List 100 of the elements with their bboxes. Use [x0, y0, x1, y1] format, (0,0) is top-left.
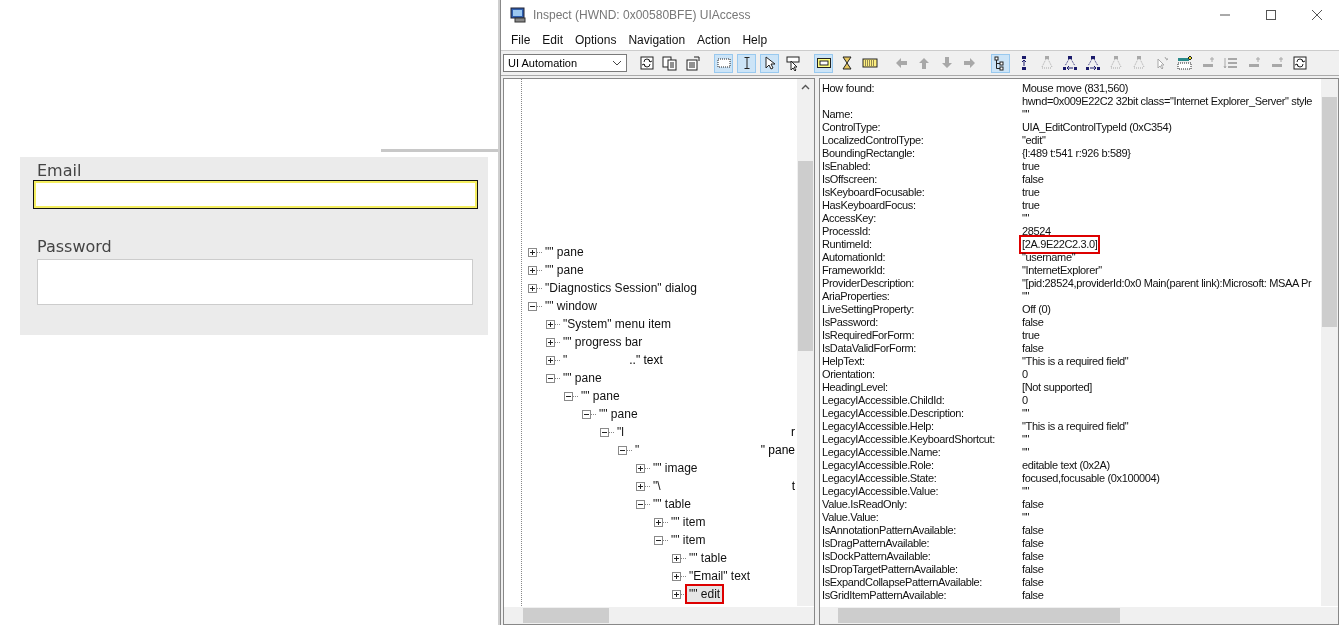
scrollbar[interactable]	[797, 79, 814, 606]
tree-item[interactable]: "	[561, 352, 570, 368]
tree-item[interactable]: "" window	[543, 298, 599, 314]
property-value: false	[1022, 550, 1044, 563]
tree-item[interactable]: "Diagnostics Session" dialog	[543, 280, 699, 296]
tree-item[interactable]: "" table	[687, 550, 729, 566]
expand-icon[interactable]	[636, 481, 645, 491]
property-value: 0	[1022, 394, 1028, 407]
property-value: false	[1022, 173, 1044, 186]
expand-icon[interactable]	[528, 283, 537, 293]
property-value: true	[1022, 186, 1040, 199]
property-name: Value.Value:	[822, 511, 880, 524]
collapse-icon[interactable]	[636, 499, 645, 509]
menu-item[interactable]: Navigation	[622, 33, 692, 47]
property-name: LiveSettingProperty:	[822, 303, 916, 316]
property-value: ""	[1022, 212, 1030, 225]
property-value: [Not supported]	[1022, 381, 1092, 394]
tree-item[interactable]: "Email" text	[687, 568, 753, 584]
property-value: false	[1022, 524, 1044, 537]
property-value: ""	[1022, 446, 1030, 459]
toolbar-button[interactable]	[637, 53, 656, 73]
tree-item[interactable]: "" item	[669, 532, 708, 548]
property-value: UIA_EditControlTypeId (0xC354)	[1022, 121, 1172, 134]
collapse-icon[interactable]	[528, 301, 537, 311]
property-value: "This is a required field"	[1022, 355, 1129, 368]
menu-item[interactable]: Help	[736, 33, 774, 47]
property-value: [2A.9E22C2.3.0]	[1022, 238, 1098, 251]
tree-item[interactable]: "" pane	[597, 406, 640, 422]
property-name: IsEnabled:	[822, 160, 872, 173]
expand-icon[interactable]	[672, 589, 681, 599]
collapse-icon[interactable]	[618, 445, 627, 455]
toolbar-button[interactable]	[660, 53, 679, 73]
menu-item[interactable]: File	[505, 33, 537, 47]
property-value: "[pid:28524,providerId:0x0 Main(parent link):Microsoft: MSAA Pr	[1022, 277, 1312, 290]
tree-item[interactable]: "" pane	[543, 244, 586, 260]
tree-item[interactable]: "l	[615, 424, 626, 440]
tree-item-text: " pane	[760, 443, 796, 457]
property-name: IsGridItemPatternAvailable:	[822, 589, 948, 602]
property-name: AriaProperties:	[822, 290, 891, 303]
toolbar-button[interactable]	[760, 53, 779, 73]
expand-icon[interactable]	[636, 463, 645, 473]
toolbar-button[interactable]	[783, 53, 802, 73]
property-value: true	[1022, 329, 1040, 342]
expand-icon[interactable]	[546, 319, 555, 329]
collapse-icon[interactable]	[546, 373, 555, 383]
tree-item-text: r	[791, 425, 796, 439]
tree-item[interactable]: "" pane	[579, 388, 622, 404]
menu-item[interactable]: Options	[569, 33, 623, 47]
expand-icon[interactable]	[546, 355, 555, 365]
document-icon	[684, 55, 701, 71]
scrollbar[interactable]	[1321, 79, 1338, 606]
chevron-up-icon[interactable]	[801, 84, 810, 90]
menu-item[interactable]: Action	[691, 33, 737, 47]
scrollbar[interactable]	[820, 607, 1338, 624]
toolbar-button[interactable]	[814, 53, 833, 73]
tree-item[interactable]: "" pane	[561, 370, 604, 386]
tree-item[interactable]: "" item	[669, 514, 708, 530]
expand-icon[interactable]	[672, 571, 681, 581]
node-icon	[1020, 55, 1027, 71]
marker-icon	[1176, 55, 1193, 71]
toolbar-button[interactable]	[991, 53, 1010, 73]
property-name: How found:	[822, 82, 876, 95]
expand-icon[interactable]	[528, 247, 537, 257]
tree-item[interactable]: "" image	[651, 460, 700, 476]
tree-item[interactable]: "" progress bar	[561, 334, 645, 350]
property-value: "edit"	[1022, 134, 1046, 147]
expand-icon[interactable]	[546, 337, 555, 347]
property-name: ProviderDescription:	[822, 277, 916, 290]
collapse-icon[interactable]	[600, 427, 609, 437]
maximize-icon[interactable]	[1265, 9, 1277, 21]
collapse-icon[interactable]	[582, 409, 591, 419]
property-name: IsExpandCollapsePatternAvailable:	[822, 576, 984, 589]
tree-item[interactable]: "" table	[651, 496, 693, 512]
tree-item[interactable]: "" edit	[687, 586, 723, 602]
property-name: LegacyIAccessible.KeyboardShortcut:	[822, 433, 997, 446]
expand-icon[interactable]	[654, 517, 663, 527]
tree-item[interactable]: "System" menu item	[561, 316, 673, 332]
expand-icon[interactable]	[672, 553, 681, 563]
expand-icon[interactable]	[528, 265, 537, 275]
scrollbar[interactable]	[504, 607, 814, 624]
close-icon[interactable]	[1311, 9, 1323, 21]
toolbar-button[interactable]	[1060, 53, 1079, 73]
collapse-icon[interactable]	[564, 391, 573, 401]
input-field[interactable]	[33, 180, 478, 209]
property-name: ProcessId:	[822, 225, 872, 238]
property-name: IsKeyboardFocusable:	[822, 186, 926, 199]
mode-dropdown[interactable]: UI Automation	[503, 54, 627, 72]
monitor-icon	[510, 7, 528, 23]
property-name: LegacyIAccessible.Help:	[822, 420, 935, 433]
toolbar-button[interactable]	[1290, 53, 1309, 73]
tree-item[interactable]: "	[633, 442, 642, 458]
property-value: ""	[1022, 433, 1030, 446]
tree-item[interactable]: "\	[651, 478, 663, 494]
toolbar-button[interactable]	[1083, 53, 1102, 73]
chevron-icon	[612, 60, 622, 66]
property-value: "username"	[1022, 251, 1076, 264]
property-name: FrameworkId:	[822, 264, 887, 277]
collapse-icon[interactable]	[654, 535, 663, 545]
tree-item[interactable]: "" pane	[543, 262, 586, 278]
menu-item[interactable]: Edit	[536, 33, 570, 47]
